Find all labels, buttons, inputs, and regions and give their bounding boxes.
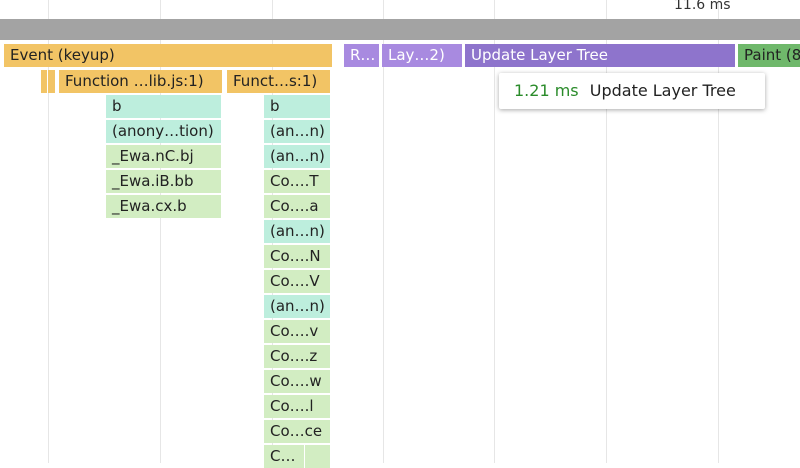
stack-right-item[interactable]: Co….z — [264, 345, 330, 368]
stack-right-item[interactable]: Co….l — [264, 395, 330, 418]
stack-right-item[interactable]: b — [264, 95, 330, 118]
track-header-bar[interactable] — [0, 19, 800, 40]
event-tooltip: 1.21 ms Update Layer Tree — [499, 73, 765, 109]
stack-right-slice[interactable] — [305, 445, 330, 468]
stack-right-item[interactable]: (an…n) — [264, 220, 330, 243]
stack-item-label: Co….w — [270, 372, 322, 390]
stack-item-label: Co….z — [270, 347, 318, 365]
stack-item-label: Co…ce — [270, 422, 323, 440]
function-right-label: Funct…s:1) — [233, 72, 318, 90]
stack-item-label: b — [270, 97, 280, 115]
stack-right-item[interactable]: Co….w — [264, 370, 330, 393]
stack-left-item[interactable]: (anony…tion) — [106, 120, 221, 143]
function-slice[interactable] — [41, 70, 47, 93]
stack-item-label: Co….V — [270, 272, 320, 290]
paint-label: Paint (8 — [744, 46, 800, 64]
stack-item-label: (anony…tion) — [112, 122, 214, 140]
event-keyup-block[interactable]: Event (keyup) — [4, 44, 332, 67]
stack-item-label: (an…n) — [270, 297, 325, 315]
stack-right-item[interactable]: Co…ce — [264, 420, 330, 443]
recalc-style-block[interactable]: R… — [344, 44, 379, 67]
stack-item-label: _Ewa.cx.b — [112, 197, 187, 215]
layout-block[interactable]: Lay…2) — [382, 44, 462, 67]
stack-item-label: (an…n) — [270, 222, 325, 240]
stack-left-item[interactable]: b — [106, 95, 221, 118]
stack-right-item[interactable]: (an…n) — [264, 120, 330, 143]
stack-item-label: Co….a — [270, 197, 319, 215]
grid-line — [606, 0, 607, 463]
stack-item-label: (an…n) — [270, 122, 325, 140]
stack-left-item[interactable]: _Ewa.nC.bj — [106, 145, 221, 168]
stack-left-item[interactable]: _Ewa.cx.b — [106, 195, 221, 218]
grid-line — [494, 0, 495, 463]
stack-item-label: _Ewa.nC.bj — [112, 147, 194, 165]
stack-item-label: Co….N — [270, 247, 321, 265]
stack-item-label: (an…n) — [270, 147, 325, 165]
stack-item-label: Co….v — [270, 322, 319, 340]
function-block-left[interactable]: Function …lib.js:1) — [59, 70, 222, 93]
stack-item-label: C… — [270, 447, 296, 465]
grid-line — [718, 0, 719, 463]
function-slice[interactable] — [48, 70, 55, 93]
stack-right-item[interactable]: Co….T — [264, 170, 330, 193]
stack-right-item[interactable]: (an…n) — [264, 295, 330, 318]
ruler-time-label: 11.6 ms — [674, 0, 731, 13]
function-block-right[interactable]: Funct…s:1) — [227, 70, 330, 93]
update-layer-tree-label: Update Layer Tree — [471, 46, 608, 64]
stack-item-label: _Ewa.iB.bb — [112, 172, 194, 190]
event-keyup-label: Event (keyup) — [10, 46, 115, 64]
tooltip-event-name: Update Layer Tree — [589, 81, 736, 100]
paint-block[interactable]: Paint (8 — [738, 44, 800, 67]
stack-right-item[interactable]: Co….a — [264, 195, 330, 218]
stack-right-item[interactable]: C… — [264, 445, 304, 468]
stack-right-item[interactable]: (an…n) — [264, 145, 330, 168]
stack-item-label: Co….l — [270, 397, 314, 415]
recalc-style-label: R… — [350, 46, 376, 64]
grid-line — [383, 0, 384, 463]
layout-label: Lay…2) — [388, 46, 445, 64]
stack-right-item[interactable]: Co….V — [264, 270, 330, 293]
function-left-label: Function …lib.js:1) — [65, 72, 204, 90]
stack-item-label: b — [112, 97, 122, 115]
update-layer-tree-block[interactable]: Update Layer Tree — [465, 44, 735, 67]
stack-item-label: Co….T — [270, 172, 319, 190]
tooltip-duration: 1.21 ms — [514, 81, 579, 100]
stack-left-item[interactable]: _Ewa.iB.bb — [106, 170, 221, 193]
stack-right-item[interactable]: Co….N — [264, 245, 330, 268]
stack-right-item[interactable]: Co….v — [264, 320, 330, 343]
